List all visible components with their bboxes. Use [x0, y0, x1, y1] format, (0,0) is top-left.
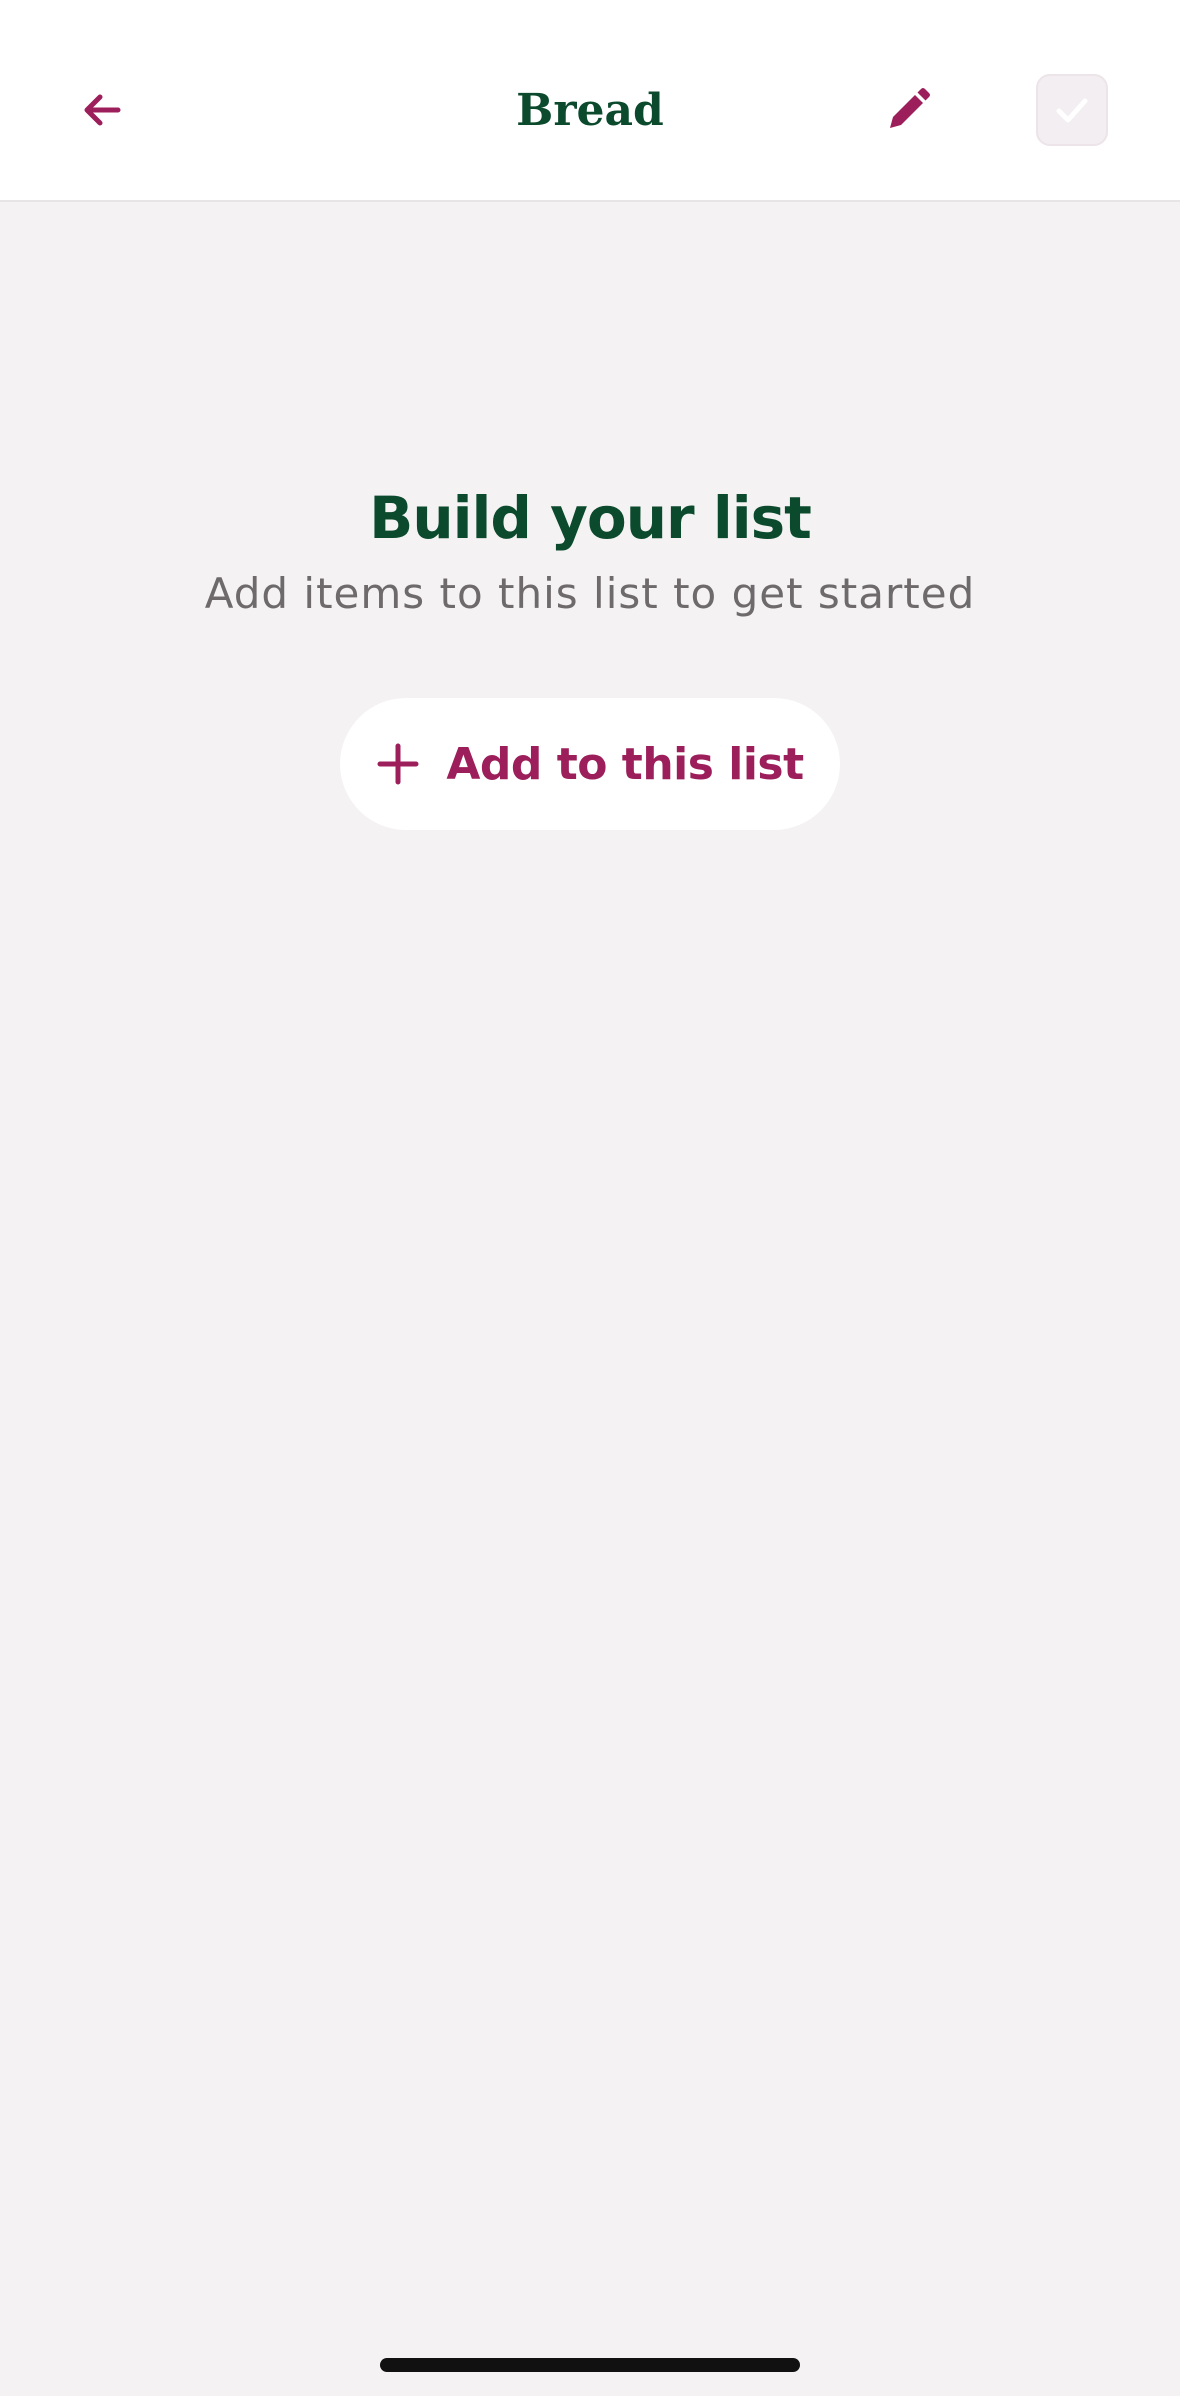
home-indicator [380, 2358, 800, 2372]
done-button[interactable] [1036, 74, 1108, 146]
empty-state-subtitle: Add items to this list to get started [204, 569, 976, 618]
add-to-list-button[interactable]: Add to this list [340, 698, 840, 830]
add-to-list-label: Add to this list [446, 738, 804, 790]
edit-list-button[interactable] [868, 70, 948, 150]
checkmark-icon [1056, 98, 1088, 123]
page-title: Bread [516, 85, 664, 136]
plus-icon [377, 743, 419, 785]
app-header: Bread [0, 0, 1180, 202]
back-button[interactable] [62, 70, 142, 150]
pencil-icon [890, 88, 930, 128]
arrow-left-icon [84, 94, 121, 126]
empty-state-title: Build your list [369, 484, 812, 552]
